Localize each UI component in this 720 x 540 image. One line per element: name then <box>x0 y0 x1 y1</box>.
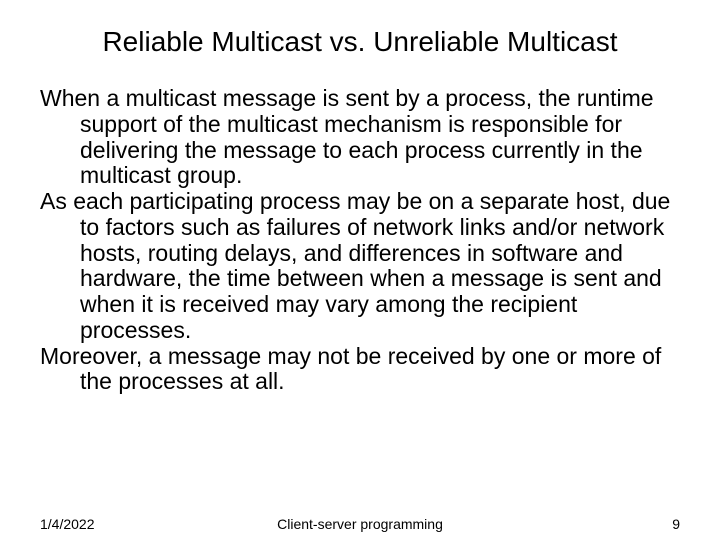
footer-center: Client-server programming <box>0 516 720 532</box>
slide-body: When a multicast message is sent by a pr… <box>40 86 680 395</box>
paragraph-3: Moreover, a message may not be received … <box>40 344 680 396</box>
paragraph-2: As each participating process may be on … <box>40 189 680 344</box>
paragraph-1: When a multicast message is sent by a pr… <box>40 86 680 189</box>
footer-page-number: 9 <box>672 516 680 532</box>
slide: Reliable Multicast vs. Unreliable Multic… <box>0 0 720 540</box>
slide-title: Reliable Multicast vs. Unreliable Multic… <box>40 26 680 58</box>
